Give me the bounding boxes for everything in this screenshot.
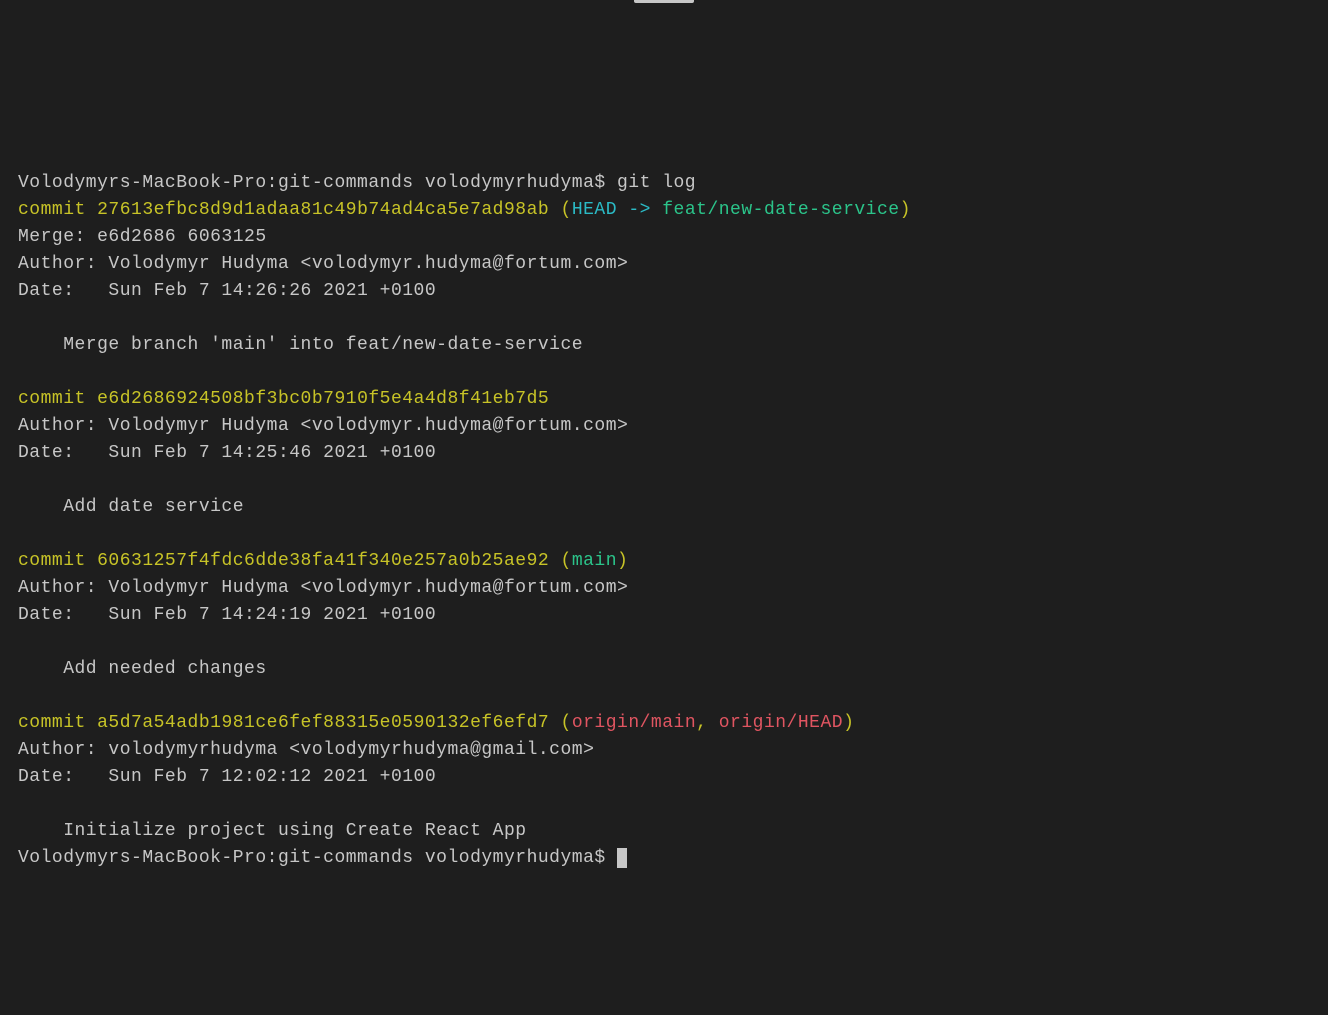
blank-line xyxy=(18,521,1310,548)
branch-ref: main xyxy=(572,551,617,571)
blank-line xyxy=(18,629,1310,656)
ref-close: ) xyxy=(617,551,628,571)
terminal-output[interactable]: Volodymyrs-MacBook-Pro:git-commands volo… xyxy=(18,170,1310,872)
commit-label: commit xyxy=(18,200,97,220)
commit-message: Add needed changes xyxy=(18,656,1310,683)
ref-close: ) xyxy=(900,200,911,220)
commit-label: commit xyxy=(18,551,97,571)
date-line: Date: Sun Feb 7 14:26:26 2021 +0100 xyxy=(18,278,1310,305)
author-line: Author: Volodymyr Hudyma <volodymyr.hudy… xyxy=(18,251,1310,278)
commit-hash: a5d7a54adb1981ce6fef88315e0590132ef6efd7 xyxy=(97,713,549,733)
commit-line: commit 60631257f4fdc6dde38fa41f340e257a0… xyxy=(18,548,1310,575)
ref-close: ) xyxy=(843,713,854,733)
commit-line: commit 27613efbc8d9d1adaa81c49b74ad4ca5e… xyxy=(18,197,1310,224)
ref-open: ( xyxy=(549,200,572,220)
author-line: Author: volodymyrhudyma <volodymyrhudyma… xyxy=(18,737,1310,764)
commit-label: commit xyxy=(18,389,97,409)
cursor-icon xyxy=(617,848,627,868)
commit-message: Initialize project using Create React Ap… xyxy=(18,818,1310,845)
tab-indicator xyxy=(634,0,694,3)
prompt-text: Volodymyrs-MacBook-Pro:git-commands volo… xyxy=(18,173,617,193)
author-line: Author: Volodymyr Hudyma <volodymyr.hudy… xyxy=(18,575,1310,602)
blank-line xyxy=(18,683,1310,710)
date-line: Date: Sun Feb 7 14:24:19 2021 +0100 xyxy=(18,602,1310,629)
head-ref: HEAD -> xyxy=(572,200,662,220)
command-text: git log xyxy=(617,173,696,193)
ref-sep: , xyxy=(696,713,719,733)
date-line: Date: Sun Feb 7 12:02:12 2021 +0100 xyxy=(18,764,1310,791)
blank-line xyxy=(18,791,1310,818)
blank-line xyxy=(18,305,1310,332)
remote-ref: origin/HEAD xyxy=(719,713,843,733)
blank-line xyxy=(18,359,1310,386)
prompt-line-2: Volodymyrs-MacBook-Pro:git-commands volo… xyxy=(18,845,1310,872)
author-line: Author: Volodymyr Hudyma <volodymyr.hudy… xyxy=(18,413,1310,440)
commit-hash: e6d2686924508bf3bc0b7910f5e4a4d8f41eb7d5 xyxy=(97,389,549,409)
commit-hash: 60631257f4fdc6dde38fa41f340e257a0b25ae92 xyxy=(97,551,549,571)
commit-hash: 27613efbc8d9d1adaa81c49b74ad4ca5e7ad98ab xyxy=(97,200,549,220)
commit-message: Add date service xyxy=(18,494,1310,521)
prompt-line-1: Volodymyrs-MacBook-Pro:git-commands volo… xyxy=(18,170,1310,197)
blank-line xyxy=(18,467,1310,494)
remote-ref: origin/main xyxy=(572,713,696,733)
commit-label: commit xyxy=(18,713,97,733)
ref-open: ( xyxy=(549,551,572,571)
branch-ref: feat/new-date-service xyxy=(662,200,899,220)
prompt-text: Volodymyrs-MacBook-Pro:git-commands volo… xyxy=(18,848,617,868)
date-line: Date: Sun Feb 7 14:25:46 2021 +0100 xyxy=(18,440,1310,467)
commit-line: commit a5d7a54adb1981ce6fef88315e0590132… xyxy=(18,710,1310,737)
commit-message: Merge branch 'main' into feat/new-date-s… xyxy=(18,332,1310,359)
merge-line: Merge: e6d2686 6063125 xyxy=(18,224,1310,251)
commit-line: commit e6d2686924508bf3bc0b7910f5e4a4d8f… xyxy=(18,386,1310,413)
ref-open: ( xyxy=(549,713,572,733)
